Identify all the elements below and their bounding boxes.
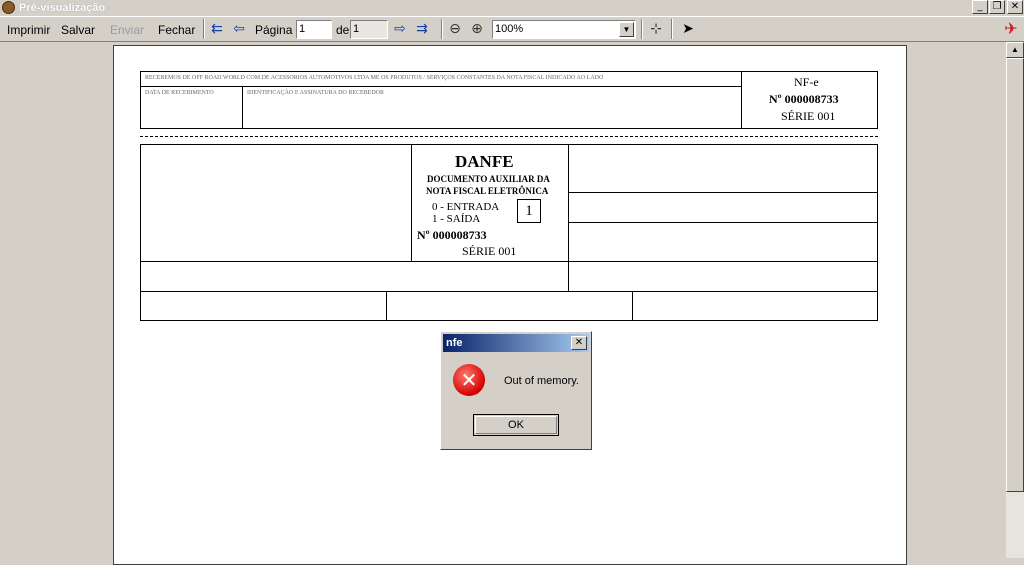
zoom-value: 100% xyxy=(495,23,524,35)
date-label: DATA DE RECEBIMENTO xyxy=(145,90,214,96)
receipt-divider xyxy=(242,87,243,128)
close-preview-button[interactable]: Fechar xyxy=(158,23,195,37)
total-pages-field: 1 xyxy=(350,20,388,39)
danfe-divider xyxy=(569,192,878,193)
danfe-divider xyxy=(386,292,387,321)
exit-label: 1 - SAÍDA xyxy=(432,213,481,225)
receipt-divider xyxy=(141,86,741,87)
danfe-divider xyxy=(141,261,878,262)
dialog-title: nfe xyxy=(446,337,463,349)
minimize-button[interactable]: _ xyxy=(972,0,988,14)
close-button[interactable]: ✕ xyxy=(1007,0,1023,14)
last-page-icon[interactable]: ⇉ xyxy=(414,21,430,37)
restore-button[interactable]: ❐ xyxy=(989,0,1005,14)
send-button[interactable]: Enviar xyxy=(110,23,144,37)
vertical-scrollbar[interactable]: ▲ xyxy=(1006,42,1024,558)
entry-label: 0 - ENTRADA xyxy=(432,201,500,213)
dialog-close-button[interactable]: ✕ xyxy=(571,336,587,350)
prev-page-icon[interactable]: ⇦ xyxy=(231,21,247,37)
title-bar: Pré-visualização _ ❐ ✕ xyxy=(0,0,1024,16)
page-input[interactable]: 1 xyxy=(296,20,332,39)
app-logo-icon: ✈ xyxy=(1004,19,1018,38)
dialog-title-bar: nfe ✕ xyxy=(443,334,589,352)
operation-type-box: 1 xyxy=(517,199,541,223)
print-button[interactable]: Imprimir xyxy=(7,23,50,37)
first-page-icon[interactable]: ⇇ xyxy=(209,21,225,37)
app-icon xyxy=(2,1,15,14)
cut-line xyxy=(140,136,878,137)
danfe-divider xyxy=(141,291,878,292)
danfe-divider xyxy=(568,145,569,291)
danfe-subtitle: DOCUMENTO AUXILIAR DA xyxy=(427,174,550,184)
toolbar-separator xyxy=(641,19,643,39)
danfe-divider xyxy=(632,292,633,321)
ok-button[interactable]: OK xyxy=(473,414,559,436)
dialog-message: Out of memory. xyxy=(504,375,579,387)
toolbar-separator xyxy=(441,19,443,39)
error-icon: ✕ xyxy=(453,364,485,396)
danfe-title: DANFE xyxy=(455,152,514,171)
toolbar-separator xyxy=(203,19,205,39)
danfe-divider xyxy=(569,222,878,223)
nfe-label: NF-e xyxy=(794,75,819,89)
save-button[interactable]: Salvar xyxy=(61,23,95,37)
zoom-in-icon[interactable]: ⊕ xyxy=(469,21,485,37)
error-dialog: nfe ✕ ✕ Out of memory. OK xyxy=(440,331,592,450)
danfe-subtitle: NOTA FISCAL ELETRÔNICA xyxy=(426,186,549,196)
zoom-out-icon[interactable]: ⊖ xyxy=(447,21,463,37)
toolbar-separator xyxy=(671,19,673,39)
of-label: de xyxy=(336,23,350,37)
page-width-icon[interactable]: ⊹ xyxy=(648,21,664,37)
danfe-number: Nº 000008733 xyxy=(417,228,487,242)
window-title: Pré-visualização xyxy=(19,2,106,14)
next-page-icon[interactable]: ⇨ xyxy=(392,21,408,37)
chevron-down-icon[interactable]: ▼ xyxy=(619,22,634,37)
nfe-number: Nº 000008733 xyxy=(769,92,839,106)
zoom-select[interactable]: 100% ▼ xyxy=(492,20,636,39)
toolbar: Imprimir Salvar Enviar Fechar ⇇ ⇦ Página… xyxy=(0,16,1024,42)
danfe-divider xyxy=(411,145,412,261)
nfe-series: SÉRIE 001 xyxy=(781,109,836,123)
danfe-series: SÉRIE 001 xyxy=(462,244,517,258)
document-page: RECEBEMOS DE OFF ROAD WORLD COM.DE ACESS… xyxy=(113,45,907,565)
scroll-up-button[interactable]: ▲ xyxy=(1006,42,1024,58)
page-label: Página xyxy=(255,23,293,37)
receipt-divider xyxy=(741,72,742,128)
receipt-text: RECEBEMOS DE OFF ROAD WORLD COM.DE ACESS… xyxy=(145,75,604,81)
scroll-thumb[interactable] xyxy=(1006,58,1024,492)
pointer-icon[interactable]: ➤ xyxy=(680,21,696,37)
preview-area: RECEBEMOS DE OFF ROAD WORLD COM.DE ACESS… xyxy=(0,42,1006,565)
ok-button-label: OK xyxy=(475,416,557,434)
signature-label: IDENTIFICAÇÃO E ASSINATURA DO RECEBEDOR xyxy=(247,90,385,96)
